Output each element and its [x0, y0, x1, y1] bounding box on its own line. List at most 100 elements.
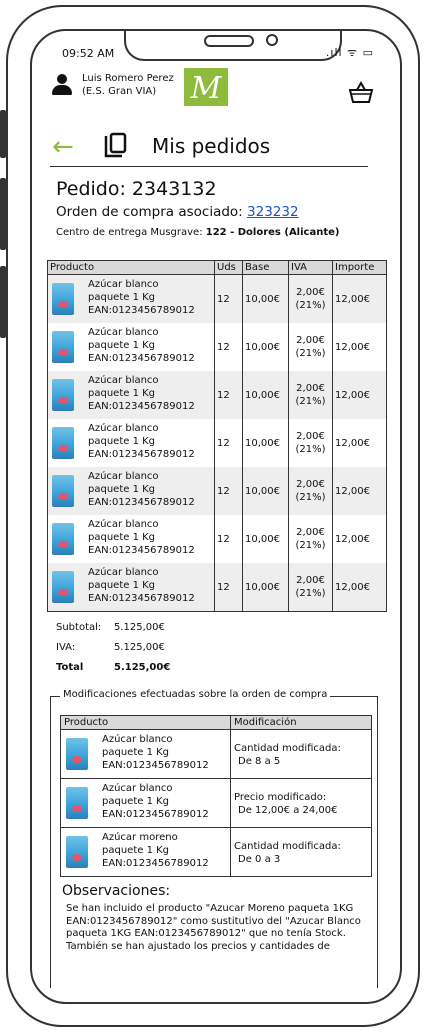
cell-uds: 12: [214, 515, 243, 563]
cell-importe: 12,00€: [332, 563, 387, 612]
col-mod-producto: Producto: [60, 715, 231, 730]
table-row[interactable]: Azúcar blanco paquete 1 Kg EAN:01234567890…: [47, 274, 387, 323]
product-pack: paquete 1 Kg: [102, 796, 170, 807]
col-importe: Importe: [332, 260, 387, 275]
product-ean: EAN:0123456789012: [88, 545, 195, 556]
cell-iva: 2,00€ (21%): [288, 563, 333, 612]
cell-base: 10,00€: [242, 274, 289, 323]
cell-importe: 12,00€: [332, 274, 387, 323]
product-image: [52, 523, 74, 555]
iva-value: 5.125,00€: [114, 642, 165, 653]
product-name: Azúcar blanco: [102, 783, 173, 794]
cell-modificacion: Cantidad modificada: De 8 a 5: [230, 729, 372, 779]
cell-uds: 12: [214, 563, 243, 612]
table-row[interactable]: Azúcar blanco paquete 1 Kg EAN:01234567890…: [47, 563, 387, 612]
basket-icon[interactable]: [348, 80, 374, 104]
cell-modificacion: Cantidad modificada: De 0 a 3: [230, 827, 372, 877]
user-avatar-icon[interactable]: [52, 74, 72, 96]
cell-modificacion: Precio modificado: De 12,00€ a 24,00€: [230, 778, 372, 828]
brand-logo: M: [184, 68, 228, 106]
mod-type: Cantidad modificada:: [234, 841, 341, 852]
cell-iva: 2,00€ (21%): [288, 274, 333, 323]
product-ean: EAN:0123456789012: [88, 449, 195, 460]
col-producto: Producto: [47, 260, 215, 275]
table-row[interactable]: Azúcar blanco paquete 1 Kg EAN:01234567890…: [60, 778, 372, 828]
observations-title: Observaciones:: [62, 883, 171, 899]
product-image: [52, 427, 74, 459]
product-pack: paquete 1 Kg: [88, 388, 156, 399]
iva-label: IVA:: [56, 642, 76, 653]
modifications-table: Producto Modificación Azúcar blanco paque…: [60, 715, 372, 877]
product-name: Azúcar blanco: [88, 567, 159, 578]
product-image: [66, 738, 88, 770]
order-po-link[interactable]: 323232: [247, 204, 299, 220]
table-row[interactable]: Azúcar blanco paquete 1 Kg EAN:01234567890…: [47, 323, 387, 371]
table-row[interactable]: Azúcar blanco paquete 1 Kg EAN:01234567890…: [47, 515, 387, 563]
cell-iva: 2,00€ (21%): [288, 515, 333, 563]
user-name: Luis Romero Perez: [82, 73, 174, 84]
table-row[interactable]: Azúcar blanco paquete 1 Kg EAN:01234567890…: [47, 419, 387, 467]
product-image: [66, 836, 88, 868]
col-uds: Uds: [214, 260, 243, 275]
iva-rate: (21%): [295, 348, 326, 359]
order-po-line: Orden de compra asociado: 323232: [56, 204, 299, 220]
user-store: (E.S. Gran VIA): [82, 86, 157, 97]
product-pack: paquete 1 Kg: [102, 845, 170, 856]
cell-iva: 2,00€ (21%): [288, 467, 333, 515]
product-ean: EAN:0123456789012: [88, 401, 195, 412]
product-pack: paquete 1 Kg: [88, 484, 156, 495]
products-table: Producto Uds Base IVA Importe Azúcar bla…: [47, 260, 387, 612]
cell-base: 10,00€: [242, 467, 289, 515]
order-totals: Subtotal: 5.125,00€ IVA: 5.125,00€ Total 5.…: [56, 618, 170, 678]
mod-type: Precio modificado:: [234, 792, 327, 803]
iva-amount: 2,00€: [296, 287, 325, 298]
orders-copy-icon: [102, 132, 128, 160]
cell-uds: 12: [214, 467, 243, 515]
table-row[interactable]: Azúcar moreno paquete 1 Kg EAN:01234567890…: [60, 827, 372, 877]
order-title: Pedido: 2343132: [56, 178, 217, 200]
page-title: Mis pedidos: [152, 134, 271, 158]
logo-letter: M: [190, 71, 223, 106]
products-table-header: Producto Uds Base IVA Importe: [47, 260, 387, 275]
table-row[interactable]: Azúcar blanco paquete 1 Kg EAN:01234567890…: [47, 467, 387, 515]
iva-amount: 2,00€: [296, 431, 325, 442]
product-ean: EAN:0123456789012: [102, 858, 209, 869]
total-value: 5.125,00€: [114, 662, 171, 673]
product-name: Azúcar blanco: [88, 423, 159, 434]
total-label: Total: [56, 662, 84, 673]
iva-rate: (21%): [295, 396, 326, 407]
iva-rate: (21%): [295, 492, 326, 503]
table-row[interactable]: Azúcar blanco paquete 1 Kg EAN:01234567890…: [47, 371, 387, 419]
modifications-table-header: Producto Modificación: [60, 715, 372, 730]
status-time: 09:52 AM: [62, 47, 115, 60]
product-name: Azúcar moreno: [102, 832, 178, 843]
camera-icon: [266, 34, 278, 46]
cell-importe: 12,00€: [332, 515, 387, 563]
product-name: Azúcar blanco: [88, 519, 159, 530]
cell-base: 10,00€: [242, 419, 289, 467]
cell-base: 10,00€: [242, 563, 289, 612]
status-icons: .ıll ᯤ ▭: [325, 46, 374, 59]
order-center: Centro de entrega Musgrave: 122 - Dolore…: [56, 227, 339, 238]
product-ean: EAN:0123456789012: [88, 305, 195, 316]
mod-detail: De 12,00€ a 24,00€: [238, 805, 338, 816]
mod-detail: De 8 a 5: [238, 756, 281, 767]
product-pack: paquete 1 Kg: [88, 436, 156, 447]
phone-notch: [124, 31, 342, 61]
cell-importe: 12,00€: [332, 323, 387, 371]
iva-rate: (21%): [295, 300, 326, 311]
cell-base: 10,00€: [242, 515, 289, 563]
back-arrow-icon[interactable]: ←: [52, 132, 74, 162]
product-ean: EAN:0123456789012: [88, 497, 195, 508]
cell-uds: 12: [214, 419, 243, 467]
mod-type: Cantidad modificada:: [234, 743, 341, 754]
user-info: Luis Romero Perez (E.S. Gran VIA): [82, 72, 174, 98]
iva-amount: 2,00€: [296, 479, 325, 490]
product-pack: paquete 1 Kg: [88, 292, 156, 303]
observations-text: Se han incluido el producto "Azucar More…: [66, 903, 361, 952]
product-pack: paquete 1 Kg: [88, 532, 156, 543]
table-row[interactable]: Azúcar blanco paquete 1 Kg EAN:01234567890…: [60, 729, 372, 779]
center-label: Centro de entrega Musgrave:: [56, 227, 203, 238]
product-ean: EAN:0123456789012: [102, 809, 209, 820]
iva-amount: 2,00€: [296, 575, 325, 586]
